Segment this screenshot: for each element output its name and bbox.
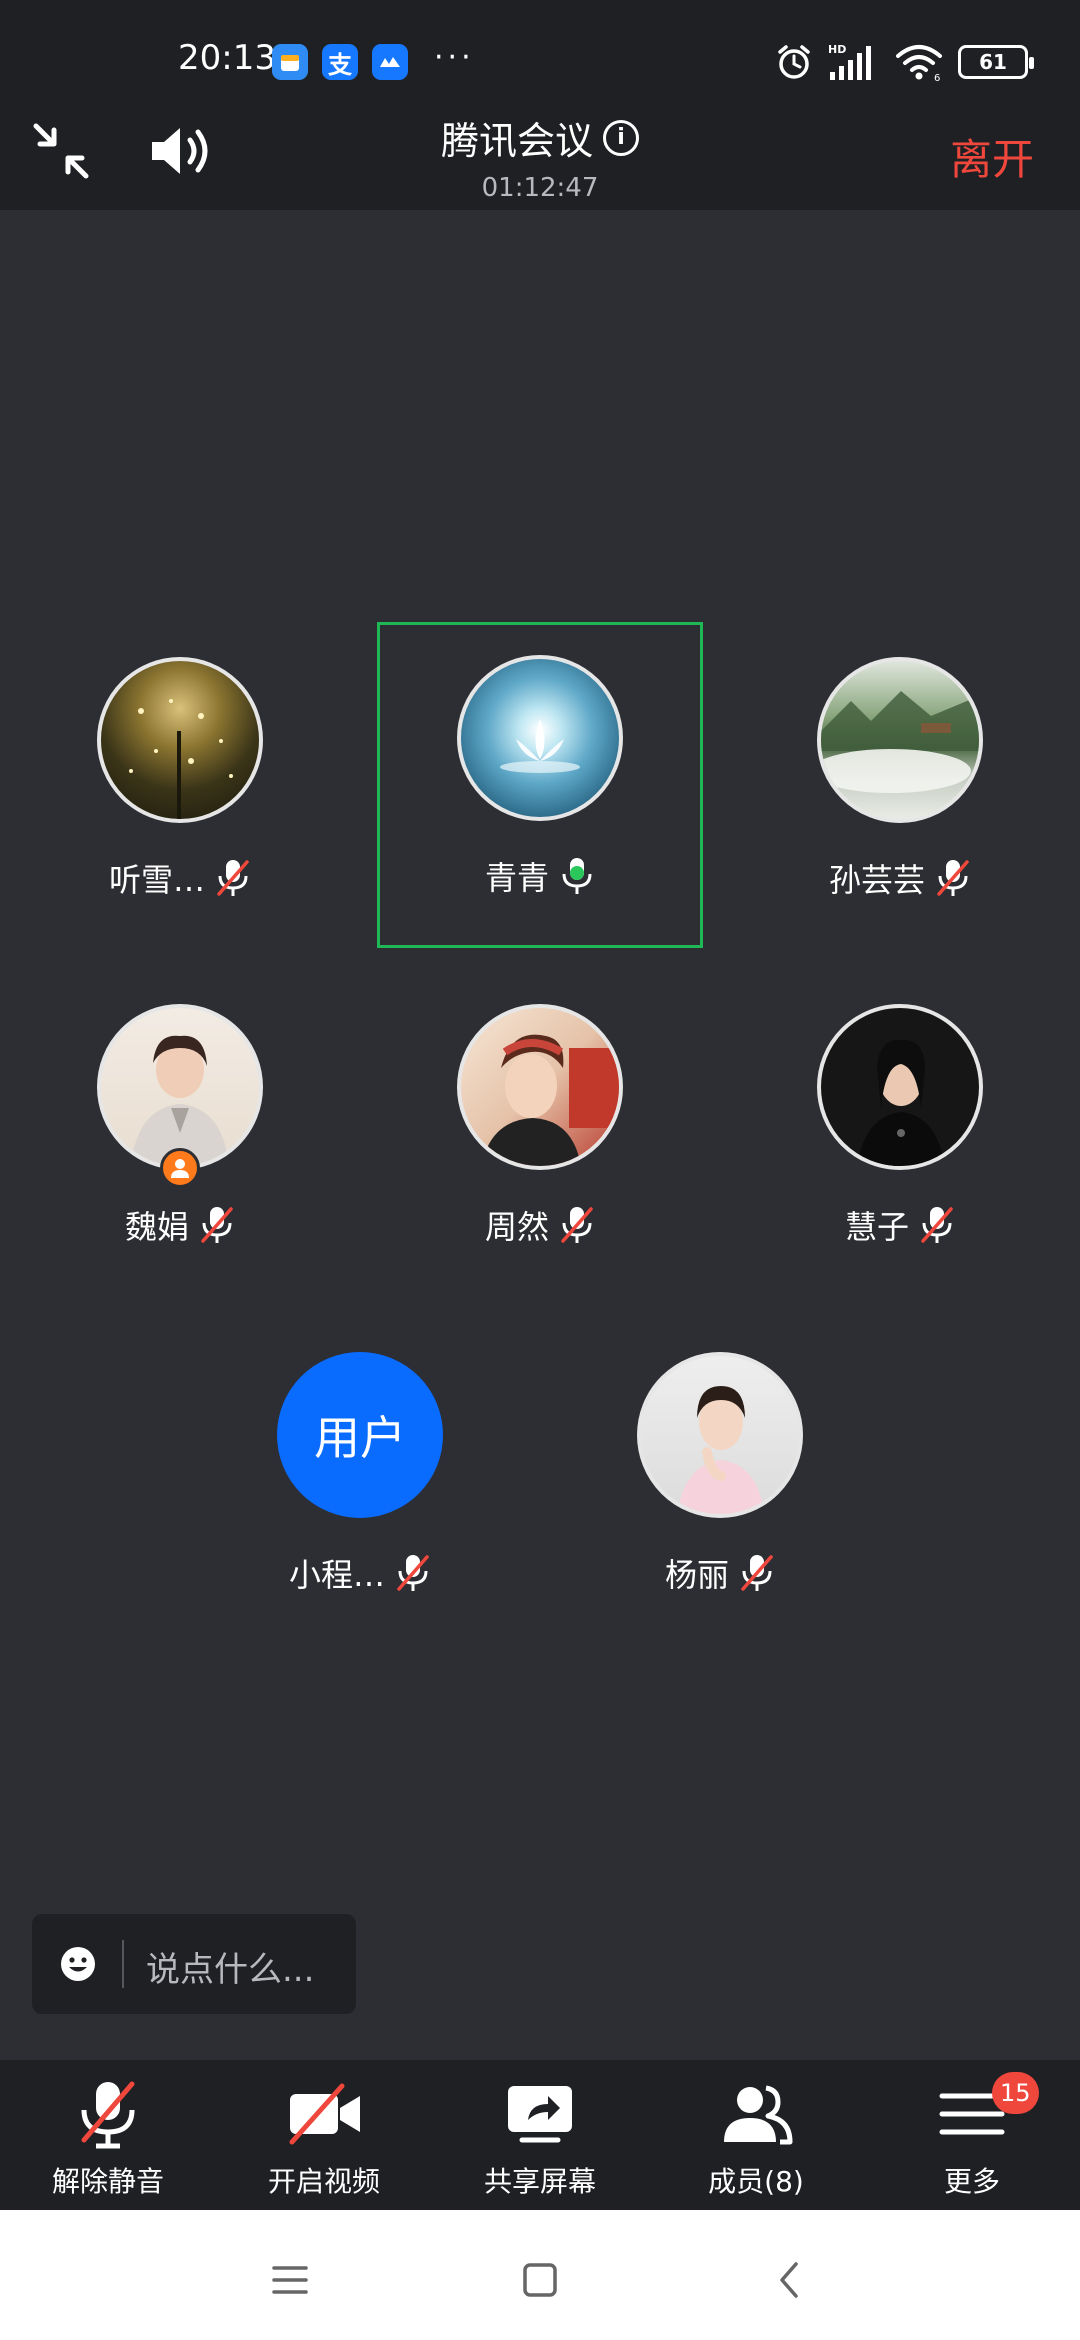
battery-icon: 61 [958,45,1034,79]
members-label: 成员(8) [708,2165,804,2198]
share-screen-button[interactable]: 共享屏幕 [432,2060,648,2210]
participant-name-row: 听雪… [0,855,360,901]
calendar-app-icon [272,44,308,80]
emoji-icon[interactable] [58,1944,98,1984]
participant-name-row: 青青 [380,853,700,899]
participant-tile[interactable]: 孙芸芸 [720,625,1080,955]
svg-text:6: 6 [934,73,940,82]
avatar [97,657,263,823]
mic-muted-icon [937,860,969,896]
members-button[interactable]: 成员(8) [648,2060,864,2210]
participant-name: 杨丽 [664,1556,729,1594]
mic-muted-icon [201,1207,233,1243]
avatar [817,657,983,823]
cloud-app-icon [372,44,408,80]
participant-name: 听雪… [108,861,205,899]
avatar [817,1004,983,1170]
meeting-header: 腾讯会议 i 01:12:47 离开 [0,110,1080,210]
participant-tile[interactable]: 慧子 [720,972,1080,1302]
meeting-title-block[interactable]: 腾讯会议 i 01:12:47 [340,110,740,203]
chat-input[interactable]: 说点什么... [32,1914,356,2014]
svg-text:HD: HD [828,43,846,56]
participant-name: 周然 [484,1208,549,1246]
speaker-icon[interactable] [148,120,214,182]
unmute-button[interactable]: 解除静音 [0,2060,216,2210]
participant-name-row: 孙芸芸 [720,855,1080,901]
alarm-icon [778,45,810,79]
mic-muted-icon [217,860,249,896]
status-bar: 20:13 支 ··· HD 6 61 [0,0,1080,112]
avatar [97,1004,263,1170]
mic-muted-icon [921,1207,953,1243]
participant-name-row: 小程… [180,1550,540,1596]
wifi-icon: 6 [896,45,942,82]
alipay-app-icon: 支 [322,44,358,80]
participant-tile[interactable]: 用户 小程… [180,1320,540,1650]
participant-tile[interactable]: 周然 [360,972,720,1302]
participant-tile-active-speaker[interactable]: 青青 [377,622,703,948]
signal-icon: HD [828,43,871,80]
status-indicators: HD 6 61 [774,40,1034,84]
participant-name-row: 慧子 [720,1202,1080,1248]
meeting-duration: 01:12:47 [481,173,599,203]
participant-tile[interactable]: 听雪… [0,625,360,955]
status-time: 20:13 [178,38,276,78]
mic-muted-icon [741,1555,773,1591]
participant-tile-host[interactable]: 魏娟 [0,972,360,1302]
members-icon [724,2085,793,2145]
mic-muted-icon [397,1555,429,1591]
more-label: 更多 [943,2165,1000,2198]
minimize-icon[interactable] [30,120,92,182]
leave-button[interactable]: 离开 [950,126,1034,187]
chat-placeholder: 说点什么... [146,1950,315,1990]
avatar [457,655,623,821]
recent-apps-icon[interactable] [260,2250,320,2310]
back-icon[interactable] [760,2250,820,2310]
unmute-label: 解除静音 [51,2165,164,2198]
system-nav-bar [0,2210,1080,2340]
more-notifications-icon: ··· [434,40,475,75]
participant-name-row: 周然 [360,1202,720,1248]
home-icon[interactable] [510,2250,570,2310]
meeting-title: 腾讯会议 [440,119,593,163]
participant-name: 小程… [288,1556,385,1594]
participant-tile[interactable]: 杨丽 [540,1320,900,1650]
mic-muted-icon [561,1207,593,1243]
notification-badge: 15 [992,2072,1039,2114]
top-bar: 20:13 支 ··· HD 6 61 腾讯会议 i 01:12:47 离开 [0,0,1080,210]
battery-level: 61 [979,50,1007,74]
more-button[interactable]: 15 更多 [864,2060,1080,2210]
avatar [457,1004,623,1170]
participant-name: 孙芸芸 [828,861,925,899]
participant-name: 慧子 [844,1208,909,1246]
participant-name-row: 魏娟 [0,1202,360,1248]
mic-active-icon [562,858,592,894]
share-screen-label: 共享屏幕 [483,2165,596,2198]
start-video-label: 开启视频 [267,2165,380,2198]
divider [122,1940,124,1988]
participant-name: 青青 [484,859,549,897]
host-icon [160,1148,200,1188]
avatar [637,1352,803,1518]
video-off-icon [289,2083,360,2145]
avatar-placeholder: 用户 [277,1352,443,1518]
start-video-button[interactable]: 开启视频 [216,2060,432,2210]
bottom-toolbar: 解除静音 开启视频 共享屏幕 成员(8) 15 更多 [0,2060,1080,2210]
mic-muted-icon [81,2081,135,2149]
share-screen-icon [508,2086,572,2143]
info-icon[interactable]: i [603,119,639,156]
participant-name-row: 杨丽 [540,1550,900,1596]
participant-name: 魏娟 [124,1208,189,1246]
